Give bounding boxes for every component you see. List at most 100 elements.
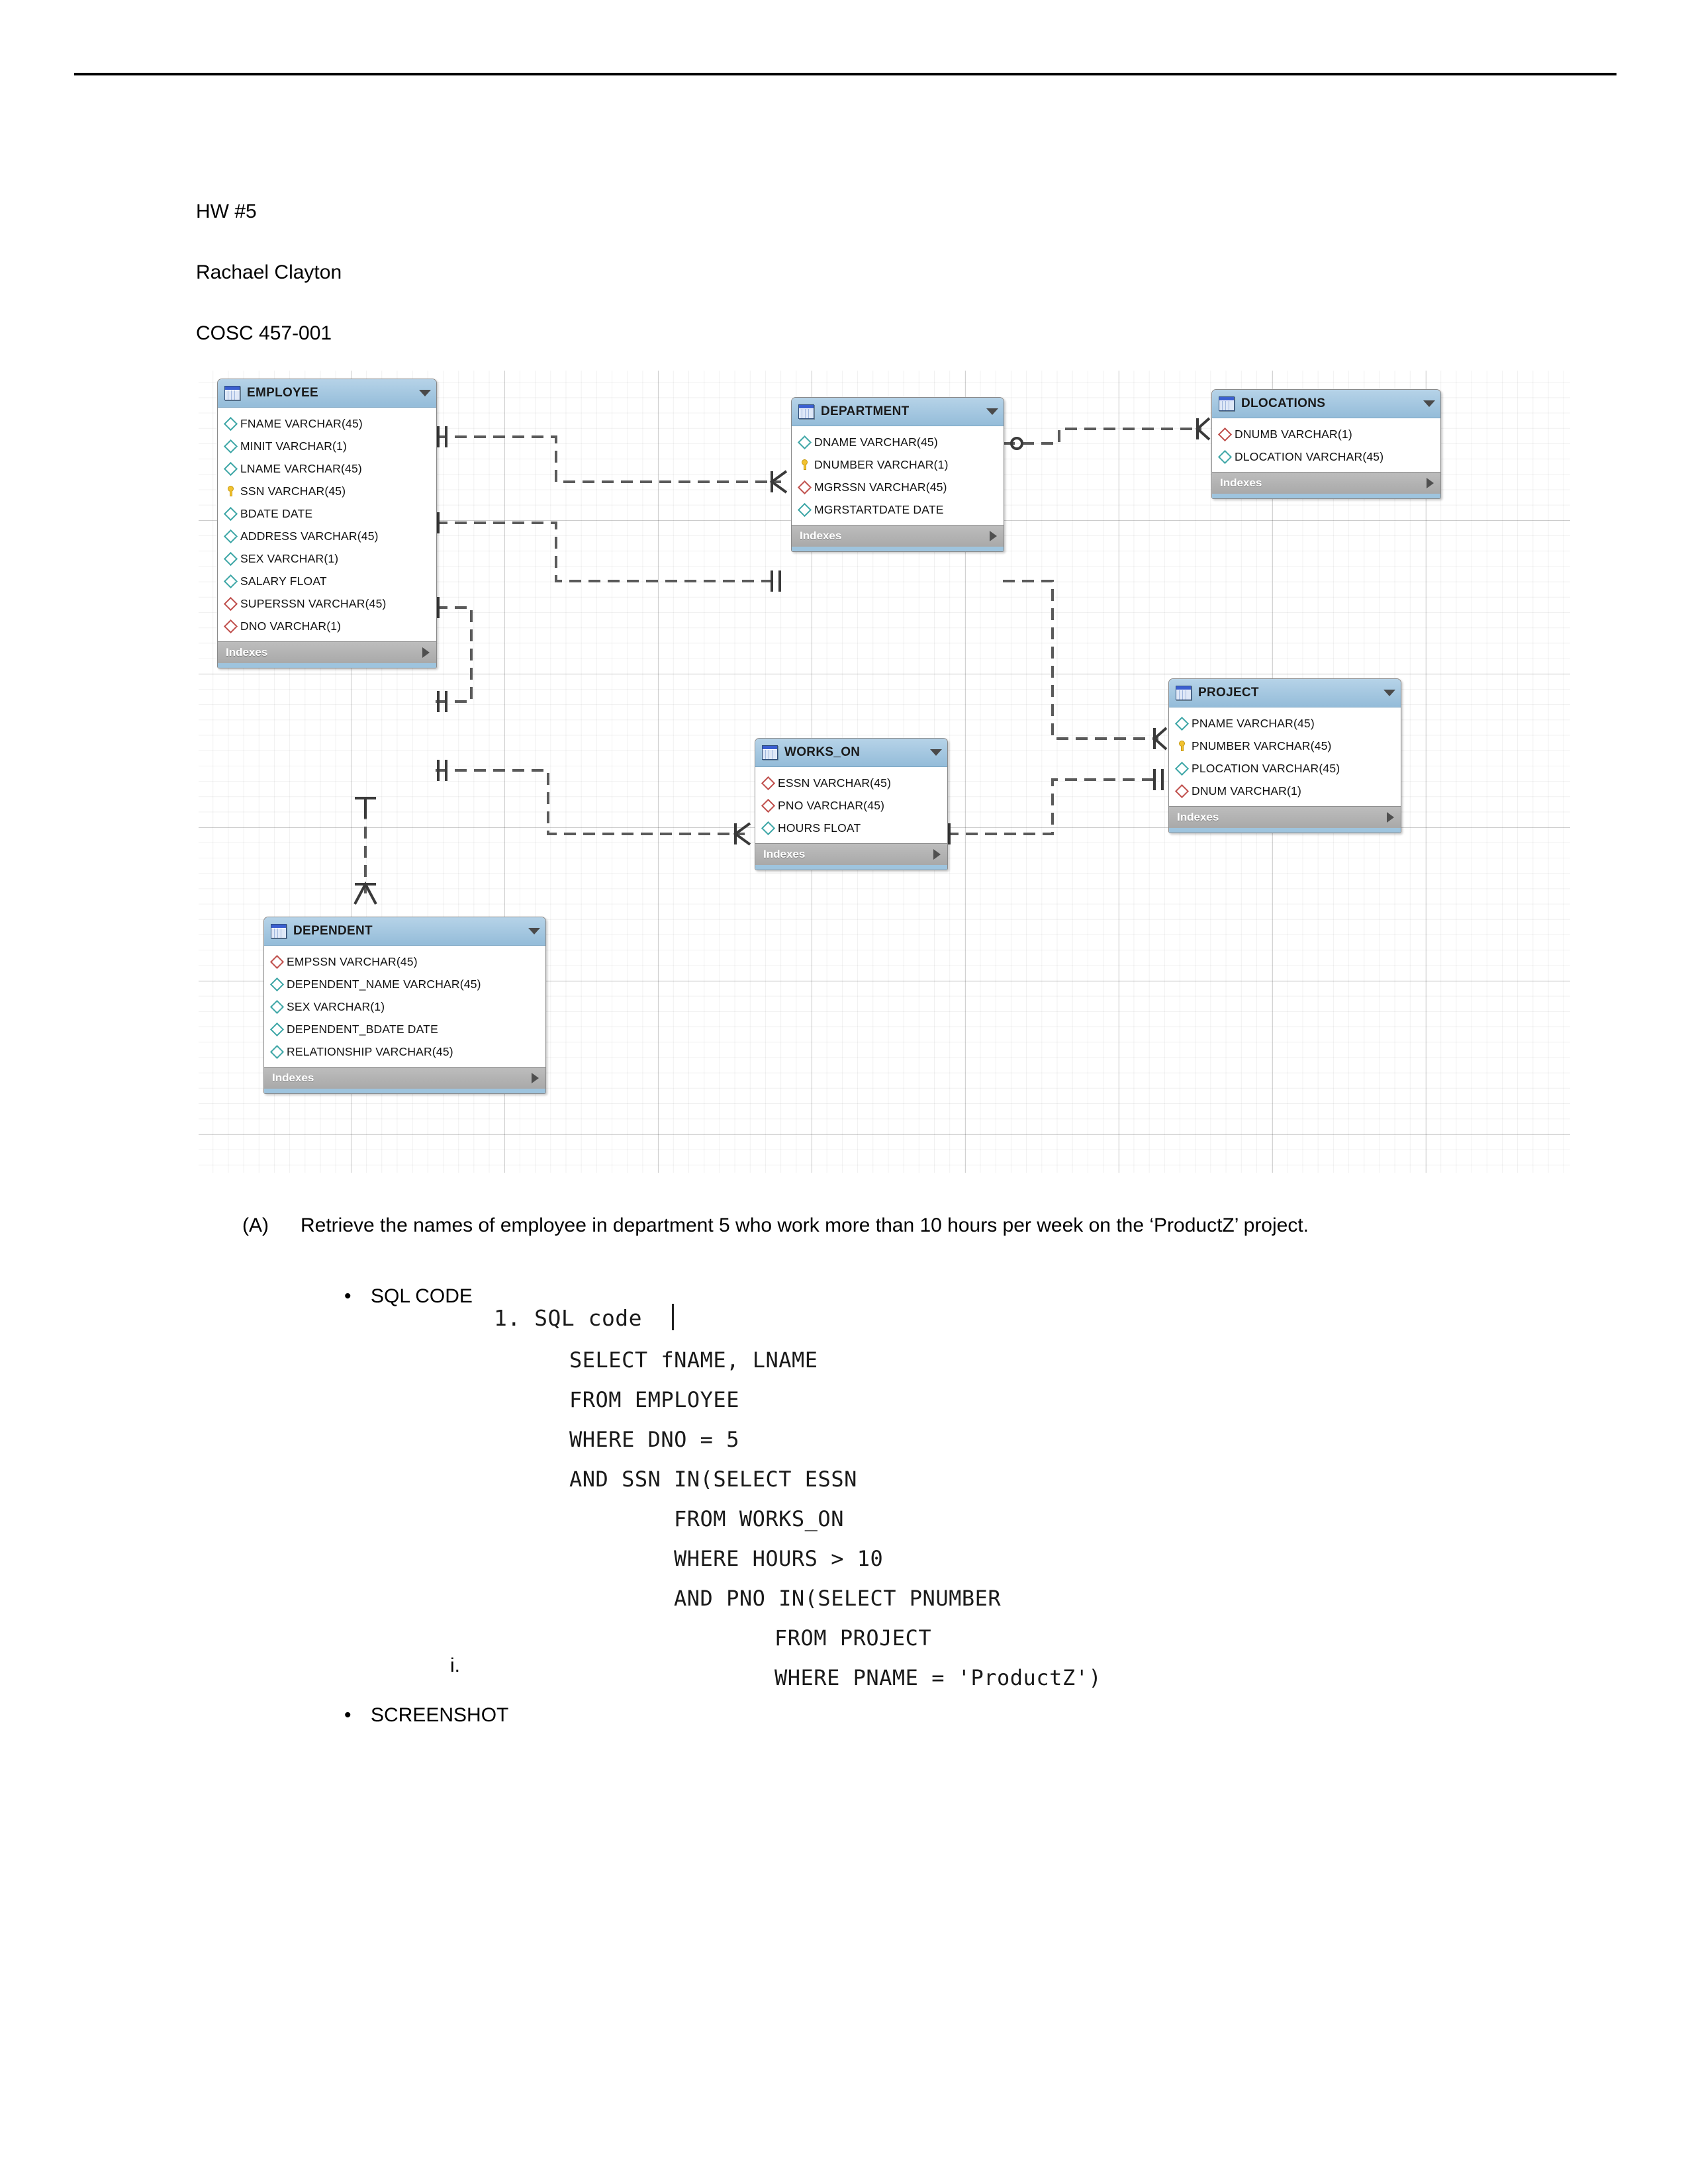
column-row[interactable]: LNAME VARCHAR(45) bbox=[218, 457, 436, 480]
column-label: PNAME VARCHAR(45) bbox=[1192, 716, 1315, 730]
sql-line: FROM EMPLOYEE bbox=[569, 1387, 739, 1412]
expand-arrow-icon[interactable] bbox=[1427, 478, 1434, 488]
column-row[interactable]: PNUMBER VARCHAR(45) bbox=[1169, 735, 1401, 757]
chevron-down-icon[interactable] bbox=[930, 749, 942, 756]
chevron-down-icon[interactable] bbox=[1383, 690, 1395, 696]
indexes-bar[interactable]: Indexes bbox=[1212, 472, 1440, 494]
primary-key-icon bbox=[226, 486, 236, 496]
column-row[interactable]: DNO VARCHAR(1) bbox=[218, 615, 436, 637]
column-label: LNAME VARCHAR(45) bbox=[240, 461, 362, 475]
entity-department[interactable]: DEPARTMENT DNAME VARCHAR(45) DNUMBER VAR… bbox=[791, 397, 1004, 552]
expand-arrow-icon[interactable] bbox=[933, 849, 941, 860]
column-label: HOURS FLOAT bbox=[778, 821, 861, 835]
text-cursor bbox=[672, 1304, 674, 1330]
entity-dlocations-header[interactable]: DLOCATIONS bbox=[1212, 390, 1440, 418]
column-row[interactable]: RELATIONSHIP VARCHAR(45) bbox=[264, 1040, 545, 1063]
column-row[interactable]: MGRSTARTDATE DATE bbox=[792, 498, 1004, 521]
chevron-down-icon[interactable] bbox=[419, 390, 431, 396]
entity-department-header[interactable]: DEPARTMENT bbox=[792, 398, 1004, 426]
column-label: SEX VARCHAR(1) bbox=[240, 551, 339, 565]
foreign-key-diamond-icon bbox=[1174, 784, 1190, 798]
expand-arrow-icon[interactable] bbox=[990, 531, 997, 541]
column-label: SEX VARCHAR(1) bbox=[287, 999, 385, 1013]
column-row[interactable]: HOURS FLOAT bbox=[755, 817, 947, 839]
table-icon bbox=[1219, 396, 1235, 411]
entity-works-on[interactable]: WORKS_ON ESSN VARCHAR(45) PNO VARCHAR(45… bbox=[755, 738, 948, 870]
column-row[interactable]: DLOCATION VARCHAR(45) bbox=[1212, 445, 1440, 468]
column-label: SSN VARCHAR(45) bbox=[240, 484, 346, 498]
column-row[interactable]: DNAME VARCHAR(45) bbox=[792, 431, 1004, 453]
bullet-icon: • bbox=[344, 1704, 352, 1726]
column-label: PNO VARCHAR(45) bbox=[778, 798, 885, 812]
column-label: DLOCATION VARCHAR(45) bbox=[1235, 449, 1384, 463]
bullet-sql-code-label: SQL CODE bbox=[371, 1285, 473, 1307]
foreign-key-diamond-icon bbox=[761, 798, 776, 813]
column-diamond-icon bbox=[1174, 716, 1190, 731]
column-row[interactable]: FNAME VARCHAR(45) bbox=[218, 412, 436, 435]
chevron-down-icon[interactable] bbox=[1423, 400, 1435, 407]
column-row[interactable]: SSN VARCHAR(45) bbox=[218, 480, 436, 502]
column-label: MGRSSN VARCHAR(45) bbox=[814, 480, 947, 494]
column-row[interactable]: DNUMBER VARCHAR(1) bbox=[792, 453, 1004, 476]
entity-works-on-header[interactable]: WORKS_ON bbox=[755, 739, 947, 767]
sql-line: WHERE DNO = 5 bbox=[569, 1427, 739, 1452]
column-row[interactable]: MGRSSN VARCHAR(45) bbox=[792, 476, 1004, 498]
column-diamond-icon bbox=[223, 416, 238, 431]
column-row[interactable]: EMPSSN VARCHAR(45) bbox=[264, 950, 545, 973]
expand-arrow-icon[interactable] bbox=[532, 1073, 539, 1083]
expand-arrow-icon[interactable] bbox=[422, 647, 430, 658]
column-label: EMPSSN VARCHAR(45) bbox=[287, 954, 418, 968]
entity-employee[interactable]: EMPLOYEE FNAME VARCHAR(45) MINIT VARCHAR… bbox=[217, 379, 437, 668]
table-icon bbox=[798, 404, 814, 419]
column-row[interactable]: DEPENDENT_NAME VARCHAR(45) bbox=[264, 973, 545, 995]
column-row[interactable]: PNAME VARCHAR(45) bbox=[1169, 712, 1401, 735]
entity-dependent[interactable]: DEPENDENT EMPSSN VARCHAR(45) DEPENDENT_N… bbox=[263, 917, 546, 1094]
column-row[interactable]: DNUM VARCHAR(1) bbox=[1169, 780, 1401, 802]
indexes-bar[interactable]: Indexes bbox=[792, 525, 1004, 547]
entity-project-header[interactable]: PROJECT bbox=[1169, 679, 1401, 707]
column-label: DNO VARCHAR(1) bbox=[240, 619, 342, 633]
entity-employee-columns: FNAME VARCHAR(45) MINIT VARCHAR(1) LNAME… bbox=[218, 408, 436, 641]
chevron-down-icon[interactable] bbox=[986, 408, 998, 415]
column-row[interactable]: DNUMB VARCHAR(1) bbox=[1212, 423, 1440, 445]
entity-dependent-title: DEPENDENT bbox=[293, 924, 373, 938]
entity-dependent-columns: EMPSSN VARCHAR(45) DEPENDENT_NAME VARCHA… bbox=[264, 946, 545, 1067]
entity-footer bbox=[218, 663, 436, 668]
column-label: DNUM VARCHAR(1) bbox=[1192, 784, 1302, 797]
indexes-bar[interactable]: Indexes bbox=[755, 843, 947, 865]
entity-project[interactable]: PROJECT PNAME VARCHAR(45) PNUMBER VARCHA… bbox=[1168, 678, 1401, 833]
sql-code-image: 1. SQL code SELECT fNAME, LNAME FROM EMP… bbox=[490, 1304, 1331, 1694]
column-diamond-icon bbox=[1174, 761, 1190, 776]
sql-line: FROM WORKS_ON bbox=[674, 1506, 844, 1531]
column-row[interactable]: PLOCATION VARCHAR(45) bbox=[1169, 757, 1401, 780]
bullet-icon: • bbox=[344, 1285, 352, 1307]
chevron-down-icon[interactable] bbox=[528, 928, 540, 934]
column-row[interactable]: BDATE DATE bbox=[218, 502, 436, 525]
column-row[interactable]: ESSN VARCHAR(45) bbox=[755, 772, 947, 794]
column-diamond-icon bbox=[269, 1044, 285, 1059]
column-row[interactable]: ADDRESS VARCHAR(45) bbox=[218, 525, 436, 547]
column-row[interactable]: SEX VARCHAR(1) bbox=[218, 547, 436, 570]
column-row[interactable]: SUPERSSN VARCHAR(45) bbox=[218, 592, 436, 615]
entity-dependent-header[interactable]: DEPENDENT bbox=[264, 917, 545, 946]
entity-project-columns: PNAME VARCHAR(45) PNUMBER VARCHAR(45) PL… bbox=[1169, 707, 1401, 806]
column-label: SUPERSSN VARCHAR(45) bbox=[240, 596, 387, 610]
entity-employee-title: EMPLOYEE bbox=[247, 386, 318, 400]
indexes-bar[interactable]: Indexes bbox=[264, 1067, 545, 1089]
indexes-bar[interactable]: Indexes bbox=[218, 641, 436, 663]
expand-arrow-icon[interactable] bbox=[1387, 812, 1394, 823]
column-row[interactable]: SEX VARCHAR(1) bbox=[264, 995, 545, 1018]
column-row[interactable]: PNO VARCHAR(45) bbox=[755, 794, 947, 817]
primary-key-icon bbox=[800, 459, 810, 470]
entity-dlocations[interactable]: DLOCATIONS DNUMB VARCHAR(1) DLOCATION VA… bbox=[1211, 389, 1441, 499]
column-row[interactable]: MINIT VARCHAR(1) bbox=[218, 435, 436, 457]
column-diamond-icon bbox=[223, 574, 238, 588]
column-label: PLOCATION VARCHAR(45) bbox=[1192, 761, 1340, 775]
entity-project-title: PROJECT bbox=[1198, 686, 1259, 700]
sql-line: AND SSN IN(SELECT ESSN bbox=[569, 1467, 857, 1492]
column-row[interactable]: SALARY FLOAT bbox=[218, 570, 436, 592]
primary-key-icon bbox=[1177, 741, 1187, 751]
entity-employee-header[interactable]: EMPLOYEE bbox=[218, 379, 436, 408]
column-row[interactable]: DEPENDENT_BDATE DATE bbox=[264, 1018, 545, 1040]
indexes-bar[interactable]: Indexes bbox=[1169, 806, 1401, 828]
